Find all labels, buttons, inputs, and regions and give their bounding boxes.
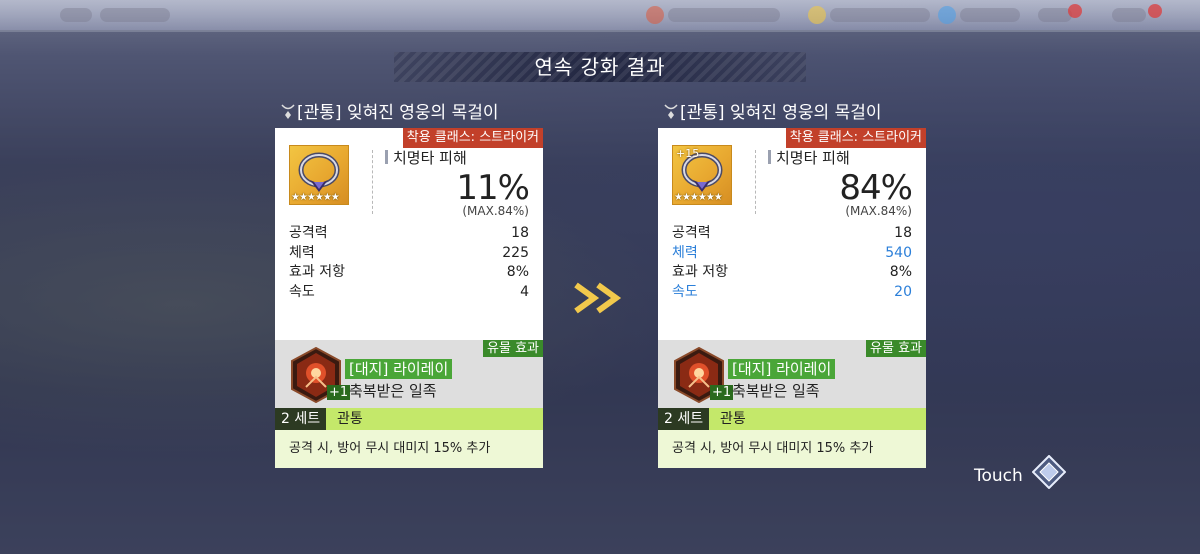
set-count: 2 세트 <box>658 408 710 430</box>
relic-plus: +1 <box>327 385 351 400</box>
sub-stat-row: 효과 저항 8% <box>289 263 529 283</box>
sub-stat-value: 18 <box>511 225 529 241</box>
sub-stat-row-upgraded: 속도 20 <box>672 283 912 303</box>
star-rating: ★★★★★★ <box>291 192 340 203</box>
stat-marker <box>768 150 771 164</box>
sub-stat-label: 효과 저항 <box>289 264 345 280</box>
touch-diamond-icon[interactable] <box>1032 455 1066 489</box>
main-stat-value: 84% <box>839 168 913 208</box>
sub-stat-row: 효과 저항 8% <box>672 263 912 283</box>
relic-section: 유물 효과 +1 [대지] 라이레이 축복받은 일족 <box>275 340 543 408</box>
sub-stat-value: 8% <box>506 264 529 280</box>
relic-subtitle: 축복받은 일족 <box>732 382 820 400</box>
menu-ghost <box>100 8 170 22</box>
back-button-ghost <box>60 8 92 22</box>
relic-subtitle: 축복받은 일족 <box>349 382 437 400</box>
notification-badge-icon <box>1148 4 1162 18</box>
sub-stat-value: 225 <box>502 244 529 261</box>
set-description: 공격 시, 방어 무시 대미지 15% 추가 <box>275 430 543 468</box>
relic-section: 유물 효과 +1 [대지] 라이레이 축복받은 일족 <box>658 340 926 408</box>
sub-stat-label: 속도 <box>672 283 698 300</box>
item-icon: +15 ★★★★★★ <box>672 145 732 205</box>
mail-ghost <box>1038 8 1072 22</box>
necklace-icon <box>664 104 678 119</box>
set-row: 2 세트 관통 <box>275 408 543 430</box>
touch-label[interactable]: Touch <box>974 466 1023 486</box>
sub-stat-label: 속도 <box>289 283 315 300</box>
item-name-before: [관통] 잊혀진 영웅의 목걸이 <box>281 101 499 125</box>
sub-stat-row-upgraded: 체력 540 <box>672 244 912 264</box>
sub-stat-value: 18 <box>894 225 912 241</box>
item-name-after: [관통] 잊혀진 영웅의 목걸이 <box>664 101 882 125</box>
set-name: 관통 <box>337 411 363 427</box>
sub-stat-label: 체력 <box>672 244 698 261</box>
sub-stat-row: 공격력 18 <box>289 224 529 244</box>
sub-stat-row: 속도 4 <box>289 283 529 303</box>
relic-name: [대지] 라이레이 <box>345 359 453 379</box>
set-row: 2 세트 관통 <box>658 408 926 430</box>
divider <box>755 150 757 214</box>
sub-stat-value: 540 <box>885 244 912 261</box>
sub-stat-row: 체력 225 <box>289 244 529 264</box>
result-title: 연속 강화 결과 <box>394 52 806 82</box>
enhance-level: +15 <box>676 147 700 160</box>
menu-ghost-2 <box>1112 8 1146 22</box>
currency-ghost <box>668 8 780 22</box>
item-card-before: 착용 클래스: 스트라이커 ★★★★★★ 치명타 피해 11% (MAX.84%… <box>275 128 543 468</box>
currency-icon <box>646 6 664 24</box>
item-name-text: [관통] 잊혀진 영웅의 목걸이 <box>297 103 499 123</box>
gold-icon <box>808 6 826 24</box>
sub-stat-label: 효과 저항 <box>672 264 728 280</box>
set-description: 공격 시, 방어 무시 대미지 15% 추가 <box>658 430 926 468</box>
set-count: 2 세트 <box>275 408 327 430</box>
relic-tag: 유물 효과 <box>483 340 543 357</box>
sub-stat-value: 20 <box>894 283 912 300</box>
top-status-bar <box>0 0 1200 30</box>
class-tag: 착용 클래스: 스트라이커 <box>402 128 543 148</box>
relic-tag: 유물 효과 <box>866 340 926 357</box>
divider <box>372 150 374 214</box>
sub-stat-label: 공격력 <box>672 225 711 241</box>
notification-badge-icon <box>1068 4 1082 18</box>
sub-stat-label: 공격력 <box>289 225 328 241</box>
necklace-icon <box>281 104 295 119</box>
main-stat-max: (MAX.84%) <box>845 204 912 218</box>
item-card-after: 착용 클래스: 스트라이커 +15 ★★★★★★ 치명타 피해 84% (MAX… <box>658 128 926 468</box>
main-stat-label: 치명타 피해 <box>776 149 850 167</box>
item-name-text: [관통] 잊혀진 영웅의 목걸이 <box>680 103 882 123</box>
sub-stat-value: 4 <box>520 283 529 300</box>
sub-stat-value: 8% <box>889 264 912 280</box>
gold-ghost <box>830 8 930 22</box>
stat-marker <box>385 150 388 164</box>
sub-stats-list: 공격력 18 체력 225 효과 저항 8% 속도 4 <box>289 224 529 302</box>
relic-plus: +1 <box>710 385 734 400</box>
relic-name: [대지] 라이레이 <box>728 359 836 379</box>
sub-stat-row: 공격력 18 <box>672 224 912 244</box>
class-tag: 착용 클래스: 스트라이커 <box>785 128 926 148</box>
main-stat-max: (MAX.84%) <box>462 204 529 218</box>
star-rating: ★★★★★★ <box>674 192 723 203</box>
sub-stat-label: 체력 <box>289 244 315 261</box>
set-name: 관통 <box>720 411 746 427</box>
gem-ghost <box>960 8 1020 22</box>
main-stat-label: 치명타 피해 <box>393 149 467 167</box>
gem-icon <box>938 6 956 24</box>
double-chevron-right-icon <box>574 282 622 314</box>
item-icon: ★★★★★★ <box>289 145 349 205</box>
main-stat-value: 11% <box>456 168 530 208</box>
sub-stats-list: 공격력 18 체력 540 효과 저항 8% 속도 20 <box>672 224 912 302</box>
